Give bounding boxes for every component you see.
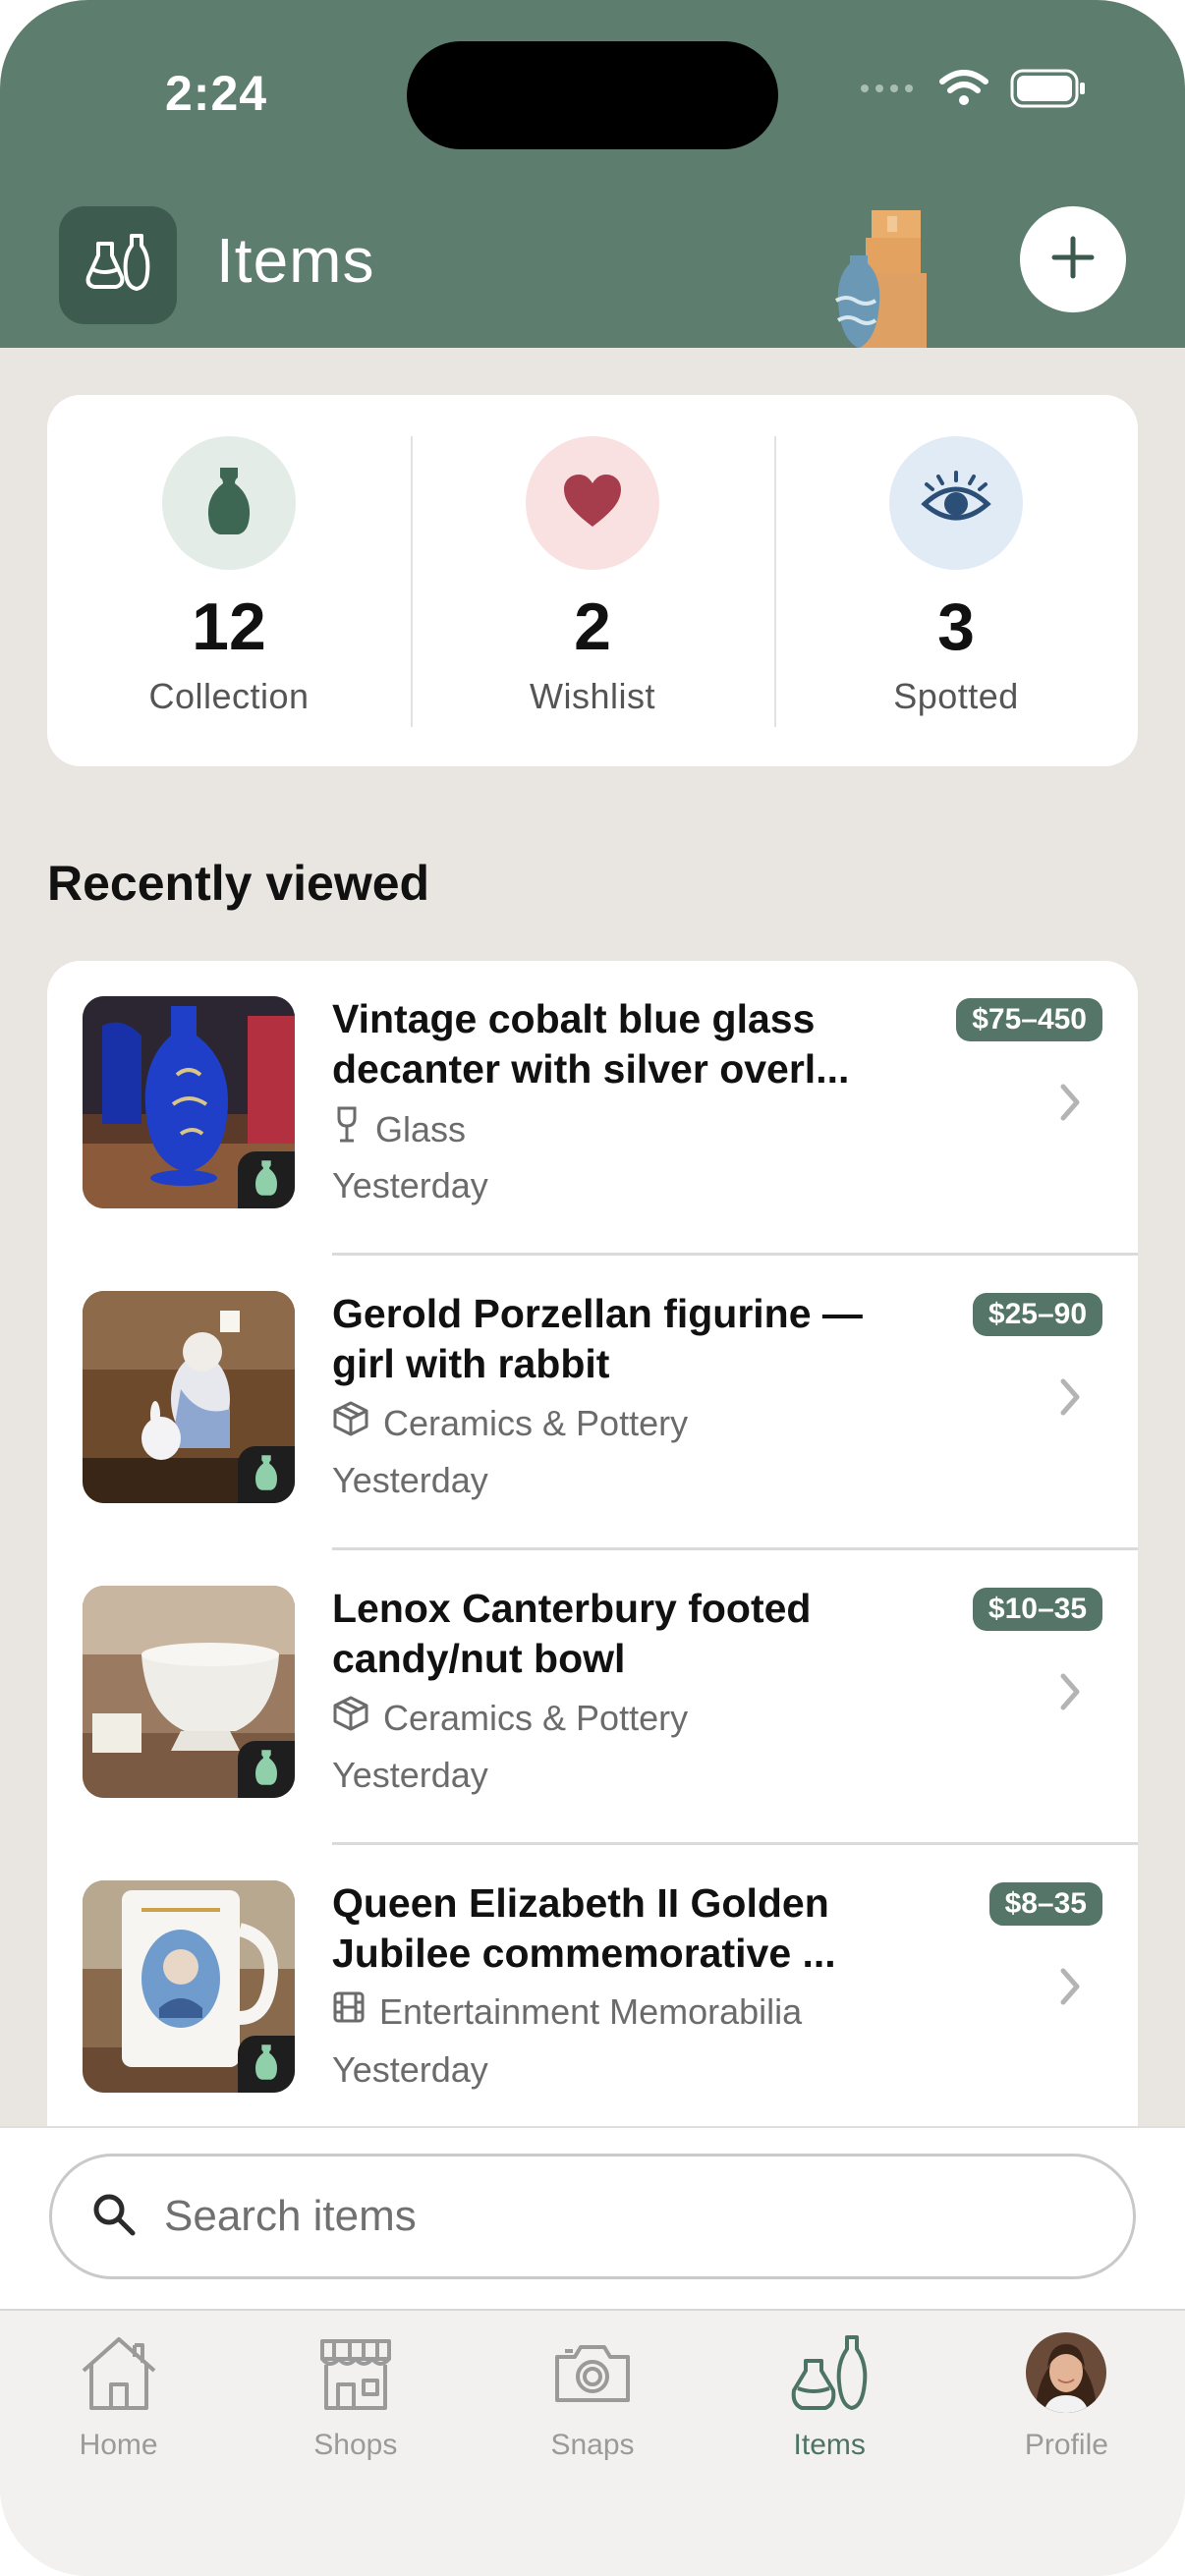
item-thumbnail <box>83 1291 295 1503</box>
search-bar <box>0 2126 1185 2309</box>
stats-card: 12 Collection 2 Wishlist 3 Spotted <box>47 395 1138 766</box>
item-thumbnail <box>83 996 295 1208</box>
boxes-vase-illustration <box>830 206 938 348</box>
vase-icon <box>254 2044 278 2086</box>
header: 2:24 Items <box>0 0 1185 348</box>
section-title: Recently viewed <box>47 856 430 911</box>
collection-badge <box>238 1741 295 1798</box>
stat-wishlist[interactable]: 2 Wishlist <box>411 395 774 766</box>
list-item[interactable]: Gerold Porzellan figurine — girl with ra… <box>47 1256 1138 1550</box>
item-date: Yesterday <box>332 1755 488 1795</box>
collection-badge <box>238 1446 295 1503</box>
vases-icon <box>81 226 155 306</box>
chevron-right-icon <box>1059 1967 1081 2011</box>
item-title: Vintage cobalt blue glass decanter with … <box>332 996 850 1092</box>
vase-icon <box>206 466 252 541</box>
item-category: Entertainment Memorabilia <box>332 1990 802 2033</box>
item-category-label: Ceramics & Pottery <box>383 1402 689 1443</box>
item-date: Yesterday <box>332 2049 488 2090</box>
stat-icon-circle <box>162 436 296 570</box>
app-logo <box>59 206 177 324</box>
vase-icon <box>254 1454 278 1496</box>
add-item-button[interactable] <box>1020 206 1126 312</box>
box-icon <box>332 1696 369 1740</box>
box-icon <box>332 1401 369 1445</box>
stat-spotted[interactable]: 3 Spotted <box>774 395 1138 766</box>
item-category: Ceramics & Pottery <box>332 1696 688 1740</box>
tab-shops[interactable]: Shops <box>237 2311 474 2576</box>
camera-icon <box>548 2328 637 2417</box>
search-field[interactable] <box>49 2154 1136 2279</box>
eye-icon <box>921 470 991 536</box>
status-icons <box>859 69 1087 113</box>
price-badge: $10–35 <box>972 1588 1102 1631</box>
stat-label: Wishlist <box>530 676 655 716</box>
item-title: Queen Elizabeth II Golden Jubilee commem… <box>332 1880 836 1976</box>
avatar-wrap <box>1022 2328 1110 2417</box>
tab-home[interactable]: Home <box>0 2311 237 2576</box>
stat-icon-circle <box>889 436 1023 570</box>
tab-label: Snaps <box>550 2429 635 2461</box>
item-date: Yesterday <box>332 1165 488 1205</box>
stat-collection[interactable]: 12 Collection <box>47 395 411 766</box>
item-date: Yesterday <box>332 1460 488 1500</box>
tab-label: Items <box>793 2429 866 2461</box>
page-title: Items <box>216 225 375 296</box>
tab-label: Shops <box>313 2429 398 2461</box>
tab-profile[interactable]: Profile <box>948 2311 1185 2576</box>
avatar <box>1026 2332 1107 2413</box>
vases-icon <box>785 2328 874 2417</box>
item-category: Glass <box>332 1106 466 1152</box>
stat-count: 2 <box>574 589 611 664</box>
chevron-right-icon <box>1059 1672 1081 1716</box>
house-icon <box>75 2328 163 2417</box>
collection-badge <box>238 2036 295 2093</box>
chevron-right-icon <box>1059 1083 1081 1127</box>
tab-snaps[interactable]: Snaps <box>474 2311 710 2576</box>
battery-icon <box>1010 69 1087 113</box>
stat-count: 3 <box>937 589 975 664</box>
status-time: 2:24 <box>165 66 268 121</box>
film-icon <box>332 1990 366 2033</box>
phone-screen: 2:24 Items 12 Collection 2 Wishlist 3 Sp… <box>0 0 1185 2576</box>
tab-label: Profile <box>1024 2429 1108 2461</box>
storefront-icon <box>311 2328 400 2417</box>
dynamic-island <box>407 41 778 149</box>
item-title: Lenox Canterbury footed candy/nut bowl <box>332 1586 812 1681</box>
item-category-label: Ceramics & Pottery <box>383 1697 689 1738</box>
item-thumbnail <box>83 1586 295 1798</box>
vase-icon <box>254 1159 278 1202</box>
collection-badge <box>238 1151 295 1208</box>
price-badge: $75–450 <box>956 998 1102 1041</box>
stat-label: Spotted <box>893 676 1019 716</box>
tab-label: Home <box>79 2429 158 2461</box>
chevron-right-icon <box>1059 1377 1081 1422</box>
stat-label: Collection <box>148 676 310 716</box>
tab-bar: Home Shops Snaps Items Profile <box>0 2309 1185 2576</box>
search-input[interactable] <box>164 2192 1048 2241</box>
list-item[interactable]: Vintage cobalt blue glass decanter with … <box>47 961 1138 1256</box>
recent-items-list: Vintage cobalt blue glass decanter with … <box>47 961 1138 2140</box>
price-badge: $25–90 <box>972 1293 1102 1336</box>
item-category-label: Entertainment Memorabilia <box>379 1990 803 2032</box>
wifi-icon <box>939 70 988 112</box>
item-thumbnail <box>83 1880 295 2093</box>
signal-icon <box>859 82 918 100</box>
stat-count: 12 <box>192 589 266 664</box>
tab-items[interactable]: Items <box>711 2311 948 2576</box>
list-item[interactable]: Lenox Canterbury footed candy/nut bowl C… <box>47 1550 1138 1845</box>
heart-icon <box>562 474 623 533</box>
wine-glass-icon <box>332 1106 362 1152</box>
search-icon <box>91 2192 137 2242</box>
list-item[interactable]: Queen Elizabeth II Golden Jubilee commem… <box>47 1845 1138 2140</box>
item-category-label: Glass <box>375 1108 467 1149</box>
item-title: Gerold Porzellan figurine — girl with ra… <box>332 1291 863 1386</box>
item-category: Ceramics & Pottery <box>332 1401 688 1445</box>
vase-icon <box>254 1749 278 1791</box>
price-badge: $8–35 <box>988 1882 1102 1926</box>
stat-icon-circle <box>526 436 659 570</box>
plus-icon <box>1050 235 1096 285</box>
